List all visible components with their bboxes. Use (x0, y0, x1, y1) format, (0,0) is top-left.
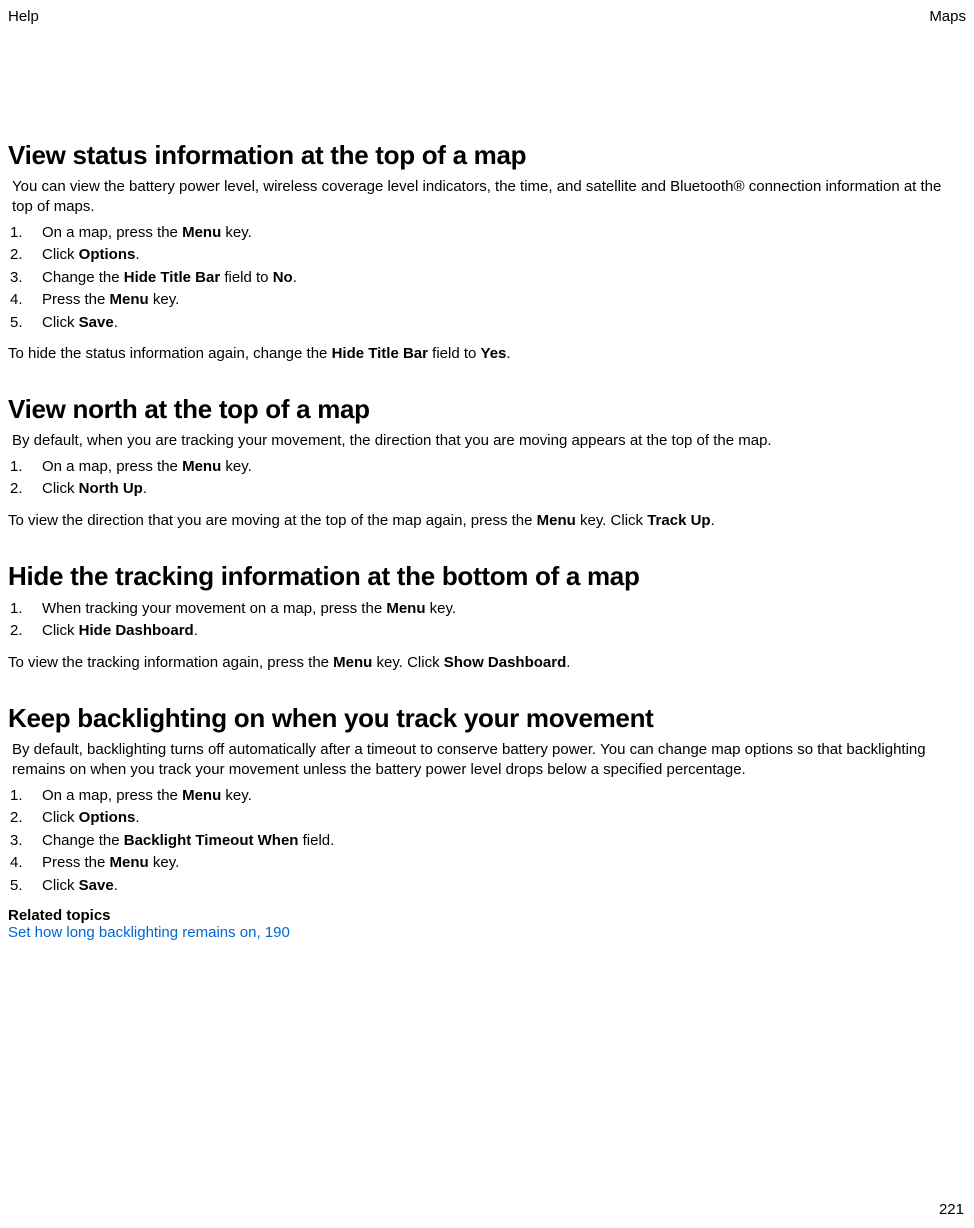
section-intro: By default, backlighting turns off autom… (12, 740, 966, 781)
step-bold: Menu (182, 787, 221, 804)
page-number: 221 (939, 1201, 964, 1218)
step-text: Click (42, 877, 79, 894)
step-text: Change the (42, 269, 124, 286)
step-bold: Menu (110, 854, 149, 871)
step-text: Click (42, 314, 79, 331)
step-bold: Backlight Timeout When (124, 832, 299, 849)
step-text: key. (426, 600, 457, 617)
section-view-status-info: View status information at the top of a … (8, 140, 966, 364)
step-bold: Options (79, 809, 136, 826)
page-header: Help Maps (8, 8, 966, 25)
section-view-north: View north at the top of a map By defaul… (8, 394, 966, 531)
step-text: key. (149, 291, 180, 308)
step-bold: Menu (386, 600, 425, 617)
step-bold: Options (79, 246, 136, 263)
section-backlighting: Keep backlighting on when you track your… (8, 703, 966, 941)
step-text: . (135, 809, 139, 826)
step-bold: Hide Title Bar (124, 269, 220, 286)
step-text: . (135, 246, 139, 263)
step-text: field. (298, 832, 334, 849)
step-bold: Hide Dashboard (79, 622, 194, 639)
note-bold: Menu (537, 512, 576, 529)
step-item: When tracking your movement on a map, pr… (8, 598, 966, 621)
step-text: key. (221, 224, 252, 241)
step-bold: Save (79, 314, 114, 331)
note-text: . (711, 512, 715, 529)
section-title: View status information at the top of a … (8, 140, 966, 171)
steps-list: When tracking your movement on a map, pr… (8, 598, 966, 643)
step-bold: North Up (79, 480, 143, 497)
step-item: Press the Menu key. (8, 852, 966, 875)
note-bold: Menu (333, 654, 372, 671)
note-bold: Show Dashboard (444, 654, 567, 671)
step-text: . (114, 314, 118, 331)
note-text: . (506, 345, 510, 362)
step-item: Click Options. (8, 244, 966, 267)
step-item: Click Save. (8, 312, 966, 335)
page-content: View status information at the top of a … (8, 140, 966, 941)
step-bold: No (273, 269, 293, 286)
section-intro: You can view the battery power level, wi… (12, 177, 966, 218)
section-title: Hide the tracking information at the bot… (8, 561, 966, 592)
step-text: Press the (42, 854, 110, 871)
note-text: To hide the status information again, ch… (8, 345, 332, 362)
header-right: Maps (929, 8, 966, 25)
step-item: Click Save. (8, 875, 966, 898)
step-bold: Save (79, 877, 114, 894)
steps-list: On a map, press the Menu key. Click Opti… (8, 785, 966, 898)
step-text: . (194, 622, 198, 639)
step-text: Click (42, 480, 79, 497)
step-item: Click North Up. (8, 478, 966, 501)
step-item: Click Options. (8, 807, 966, 830)
section-title: View north at the top of a map (8, 394, 966, 425)
step-text: On a map, press the (42, 458, 182, 475)
related-topics-label: Related topics (8, 907, 966, 924)
step-text: On a map, press the (42, 787, 182, 804)
section-note: To view the tracking information again, … (8, 653, 966, 673)
step-text: key. (221, 787, 252, 804)
step-text: . (114, 877, 118, 894)
note-text: field to (428, 345, 481, 362)
related-topics-link[interactable]: Set how long backlighting remains on, 19… (8, 924, 966, 941)
step-item: Change the Hide Title Bar field to No. (8, 267, 966, 290)
note-bold: Yes (481, 345, 507, 362)
step-text: field to (220, 269, 273, 286)
note-text: . (566, 654, 570, 671)
step-item: On a map, press the Menu key. (8, 785, 966, 808)
note-text: To view the direction that you are movin… (8, 512, 537, 529)
section-hide-tracking: Hide the tracking information at the bot… (8, 561, 966, 673)
note-text: To view the tracking information again, … (8, 654, 333, 671)
step-text: Change the (42, 832, 124, 849)
steps-list: On a map, press the Menu key. Click Opti… (8, 222, 966, 335)
step-bold: Menu (110, 291, 149, 308)
step-text: On a map, press the (42, 224, 182, 241)
step-item: On a map, press the Menu key. (8, 222, 966, 245)
section-note: To view the direction that you are movin… (8, 511, 966, 531)
step-text: Click (42, 246, 79, 263)
section-note: To hide the status information again, ch… (8, 344, 966, 364)
note-bold: Hide Title Bar (332, 345, 428, 362)
section-title: Keep backlighting on when you track your… (8, 703, 966, 734)
step-text: . (143, 480, 147, 497)
step-bold: Menu (182, 458, 221, 475)
header-left: Help (8, 8, 39, 25)
note-bold: Track Up (647, 512, 710, 529)
step-text: Click (42, 622, 79, 639)
step-text: . (293, 269, 297, 286)
step-item: Change the Backlight Timeout When field. (8, 830, 966, 853)
section-intro: By default, when you are tracking your m… (12, 431, 966, 451)
page: Help Maps View status information at the… (0, 0, 974, 1228)
step-text: key. (221, 458, 252, 475)
steps-list: On a map, press the Menu key. Click Nort… (8, 456, 966, 501)
note-text: key. Click (576, 512, 647, 529)
step-text: key. (149, 854, 180, 871)
step-item: On a map, press the Menu key. (8, 456, 966, 479)
step-bold: Menu (182, 224, 221, 241)
step-text: Press the (42, 291, 110, 308)
step-text: When tracking your movement on a map, pr… (42, 600, 386, 617)
step-item: Click Hide Dashboard. (8, 620, 966, 643)
step-text: Click (42, 809, 79, 826)
note-text: key. Click (372, 654, 443, 671)
step-item: Press the Menu key. (8, 289, 966, 312)
